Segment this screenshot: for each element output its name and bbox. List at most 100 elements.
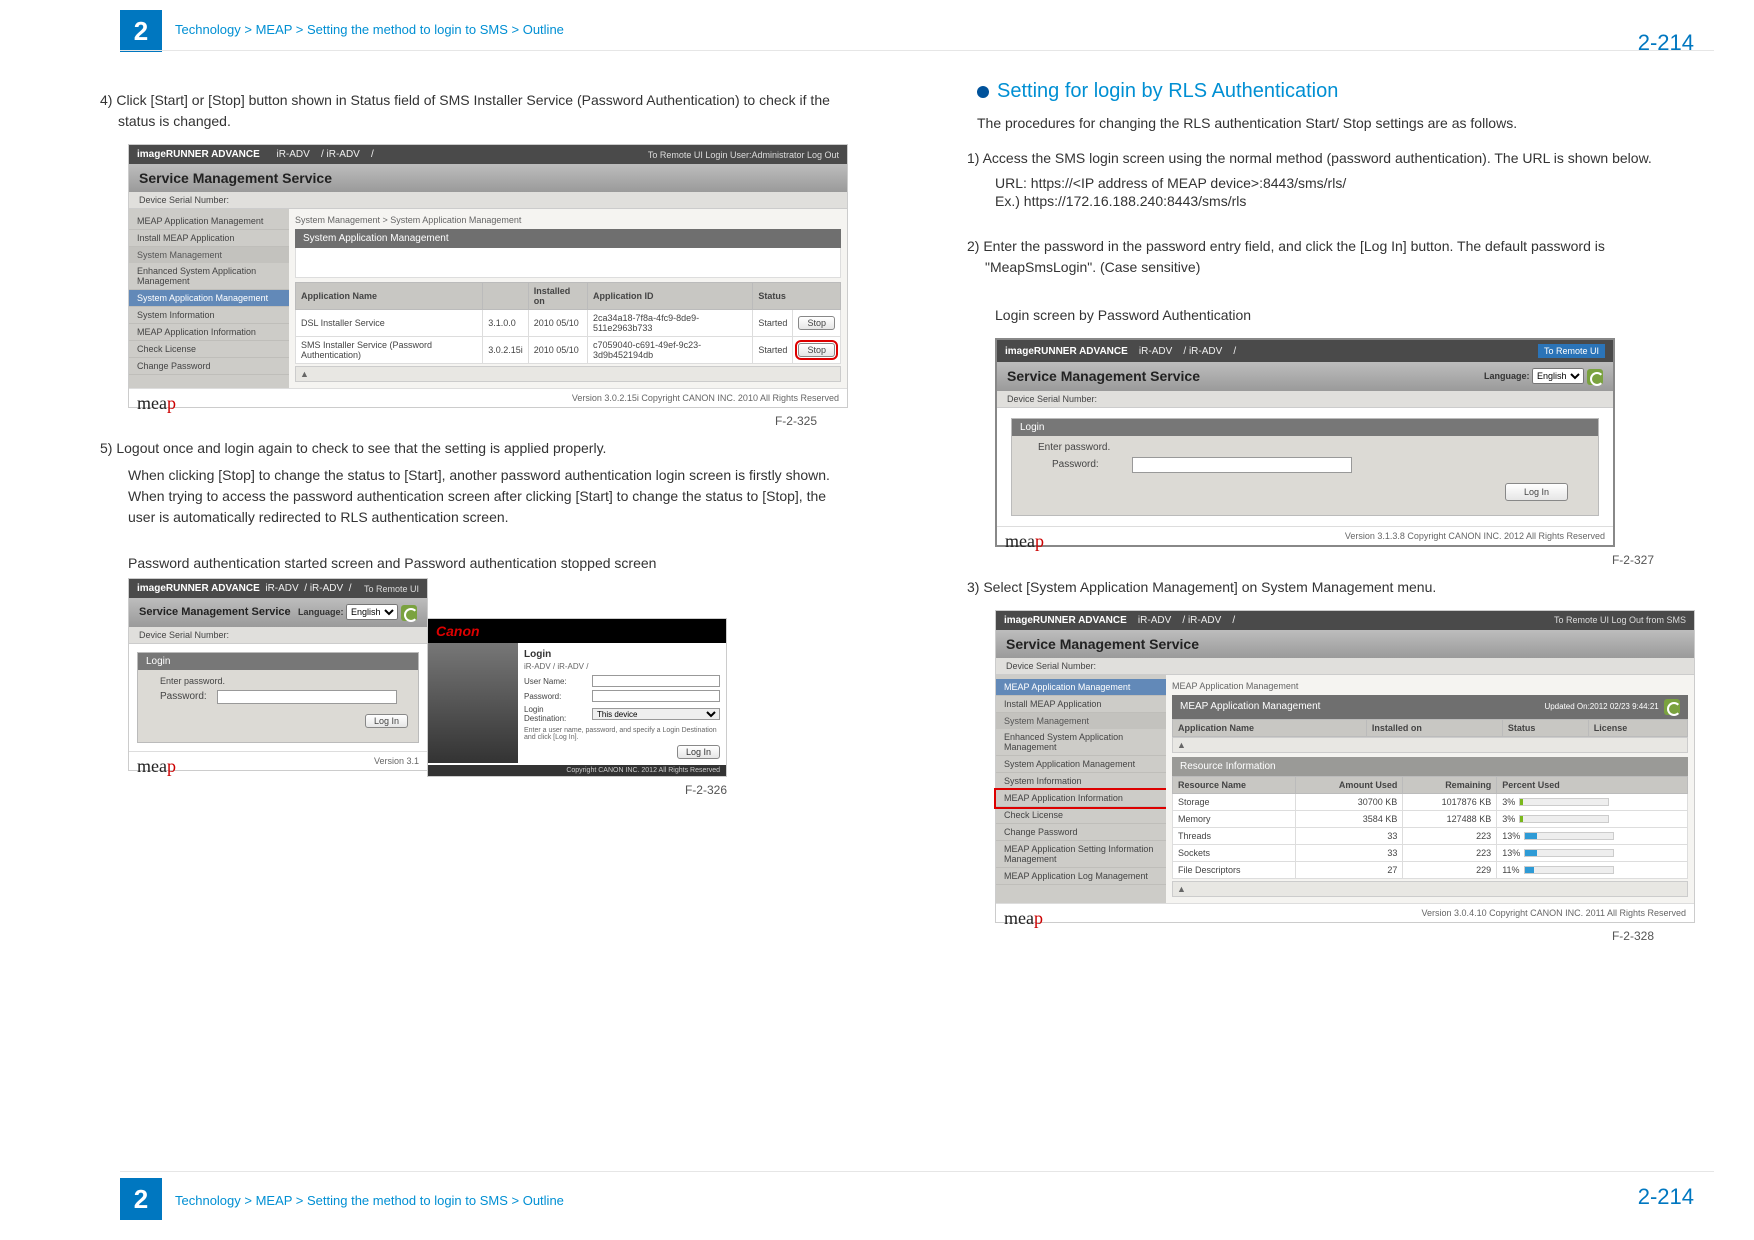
sidebar-item[interactable]: MEAP Application Management [129,213,289,230]
updated-on: Updated On:2012 02/23 9:44:21 [1544,702,1658,711]
figure-caption: F-2-326 [40,783,727,797]
meap-logo: meap [1005,531,1044,552]
enter-password-label: Enter password. [160,676,408,686]
page-number-bottom: 2-214 [1638,1184,1694,1210]
col-app-name: Application Name [296,283,483,310]
sidebar-item[interactable]: System Information [996,773,1166,790]
breadcrumb-bottom: Technology > MEAP > Setting the method t… [175,1193,564,1208]
sidebar: MEAP Application Management Install MEAP… [129,209,289,388]
to-remote-ui-link[interactable]: To Remote UI [364,584,419,594]
device-serial: Device Serial Number: [997,391,1613,408]
language-select[interactable]: English [1532,368,1584,384]
app-table: Application Name Installed on Applicatio… [295,282,841,364]
header-rule [120,50,1714,51]
username-input[interactable] [592,675,720,687]
stop-button-highlighted[interactable]: Stop [798,343,835,357]
device-serial: Device Serial Number: [129,192,847,209]
step-2: 2) Enter the password in the password en… [967,236,1714,278]
password-input[interactable] [592,690,720,702]
sidebar-item[interactable]: MEAP Application Log Management [996,868,1166,885]
sidebar-item[interactable]: MEAP Application Setting Information Man… [996,841,1166,868]
to-remote-ui-link[interactable]: To Remote UI [1538,344,1605,358]
section-description: The procedures for changing the RLS auth… [977,113,1714,134]
password-input[interactable] [1132,457,1352,473]
password-label: Password: [1052,459,1122,470]
login-visual [428,643,518,763]
figure-f-2-327: imageRUNNER ADVANCE iR-ADV / iR-ADV / To… [995,338,1714,547]
sidebar-item[interactable]: System Information [129,307,289,324]
sms-title: Service Management Service [139,606,291,618]
col-app-id: Application ID [588,283,753,310]
sms-title: Service Management Service [996,630,1694,658]
sidebar-item[interactable]: MEAP Application Information [129,324,289,341]
header-links[interactable]: To Remote UI Login User:Administrator Lo… [648,150,839,160]
sidebar-heading: System Management [996,713,1166,729]
sidebar-item[interactable]: Enhanced System Application Management [129,263,289,290]
refresh-icon[interactable] [401,605,417,621]
sidebar: MEAP Application Management Install MEAP… [996,675,1166,903]
figure-caption: F-2-328 [907,929,1654,943]
app-name[interactable]: SMS Installer Service (Password Authenti… [296,337,483,364]
destination-select[interactable]: This device [592,708,720,720]
sms-title: Service Management Service [1007,368,1200,384]
login-heading: Login [524,649,720,660]
language-select[interactable]: English [346,604,398,620]
main-breadcrumb: MEAP Application Management [1172,681,1688,691]
device-serial: Device Serial Number: [996,658,1694,675]
sidebar-item[interactable]: Change Password [129,358,289,375]
panel-title: System Application Management [295,229,841,248]
sidebar-item[interactable]: System Application Management [996,756,1166,773]
chapter-tab-bottom: 2 [120,1178,162,1220]
sidebar-item[interactable]: Install MEAP Application [996,696,1166,713]
col-installed: Installed on [1366,719,1502,736]
page-number-top: 2-214 [1638,30,1694,56]
login-heading: Login [1012,419,1598,436]
figure-f-2-325: imageRUNNER ADVANCE iR-ADV / iR-ADV / To… [128,144,847,408]
resource-info-header: Resource Information [1172,757,1688,776]
step-5-line2: When clicking [Stop] to change the statu… [128,465,847,528]
username-label: User Name: [524,677,588,686]
version-text: Version 3.1 [374,756,419,766]
password-input[interactable] [217,690,397,704]
sidebar-item-meap-app-info[interactable]: MEAP Application Information [996,790,1166,807]
sidebar-item[interactable]: Enhanced System Application Management [996,729,1166,756]
meap-logo: meap [137,756,176,777]
stop-button[interactable]: Stop [798,316,835,330]
sidebar-item[interactable]: Check License [996,807,1166,824]
figure-caption: F-2-327 [907,553,1654,567]
header-links[interactable]: To Remote UI Log Out from SMS [1554,615,1686,625]
refresh-icon[interactable] [1664,699,1680,715]
login-hint: Enter a user name, password, and specify… [524,727,720,741]
sidebar-item[interactable]: Change Password [996,824,1166,841]
model-label-r: / iR-ADV [321,149,360,160]
app-id: 2ca34a18-7f8a-4fc9-8de9-511e2963b733 [588,310,753,337]
language-label: Language: [298,607,344,617]
sidebar-item[interactable]: Install MEAP Application [129,230,289,247]
breadcrumb-top: Technology > MEAP > Setting the method t… [175,22,564,37]
login-button[interactable]: Log In [677,745,720,759]
model-line: iR-ADV / iR-ADV / [524,662,720,671]
app-installed: 2010 05/10 [528,337,587,364]
sidebar-item-system-app-mgmt[interactable]: System Application Management [129,290,289,307]
back-to-top-icon[interactable]: ▲ [1172,881,1688,897]
back-to-top-icon[interactable]: ▲ [295,366,841,382]
canon-logo: Canon [436,623,480,639]
login-button[interactable]: Log In [1505,483,1568,501]
app-name[interactable]: DSL Installer Service [296,310,483,337]
sidebar-item[interactable]: Check License [129,341,289,358]
product-name: imageRUNNER ADVANCE [137,149,260,160]
app-status: Started [753,310,793,337]
col-installed-on: Installed on [528,283,587,310]
col-license: License [1588,719,1687,736]
back-to-top-icon[interactable]: ▲ [1172,737,1688,753]
step-3: 3) Select [System Application Management… [967,577,1714,598]
login-button[interactable]: Log In [365,714,408,728]
step-1: 1) Access the SMS login screen using the… [967,148,1714,169]
refresh-icon[interactable] [1587,369,1603,385]
meap-logo: meap [1004,908,1043,929]
sidebar-item[interactable]: MEAP Application Management [996,679,1166,696]
copyright: Copyright CANON INC. 2012 All Rights Res… [428,765,726,776]
col-status: Status [1502,719,1588,736]
app-id: c7059040-c691-49ef-9c23-3d9b452194db [588,337,753,364]
col-app-name: Application Name [1173,719,1367,736]
